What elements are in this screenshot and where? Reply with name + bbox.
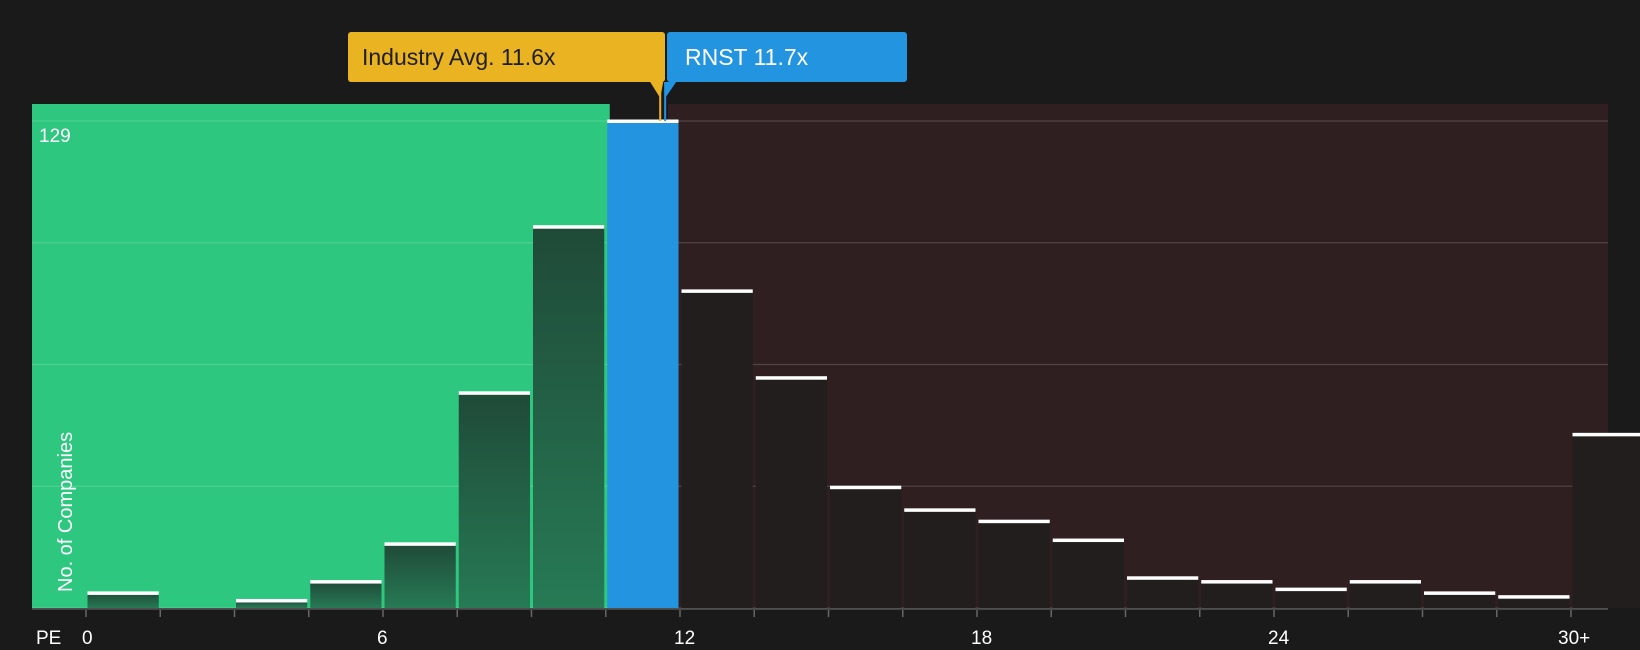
- bar-4: [384, 543, 456, 608]
- x-tick-label: 0: [82, 628, 93, 649]
- bar-cap-5: [458, 391, 530, 395]
- bar-6: [533, 226, 605, 608]
- bar-cap-14: [1127, 576, 1199, 580]
- bar-18: [1424, 592, 1496, 608]
- bar-10: [830, 487, 902, 608]
- bar-14: [1127, 577, 1199, 608]
- bar-13: [1052, 540, 1124, 608]
- company-pe-label: RNST 11.7x: [667, 32, 907, 82]
- x-tick-label: 12: [674, 628, 696, 649]
- bar-3: [310, 581, 382, 608]
- bar-cap-9: [755, 376, 827, 380]
- bar-cap-19: [1498, 595, 1570, 599]
- industry-avg-pointer: [650, 82, 664, 98]
- bar-cap-2: [236, 598, 308, 603]
- bar-cap-6: [533, 225, 605, 229]
- bar-cap-13: [1052, 538, 1124, 543]
- bar-cap-8: [681, 289, 753, 293]
- bar-16: [1275, 589, 1347, 608]
- bar-cap-11: [904, 508, 976, 512]
- industry-average-label: Industry Avg. 11.6x: [348, 32, 665, 82]
- bar-0: [87, 592, 159, 608]
- bar-7: [607, 121, 679, 608]
- bar-cap-12: [978, 519, 1050, 524]
- bar-20: [1572, 434, 1640, 608]
- bar-cap-10: [830, 485, 902, 490]
- bar-5: [458, 392, 530, 608]
- bar-15: [1201, 581, 1273, 608]
- bar-cap-3: [310, 580, 382, 584]
- x-tick-label: 30+: [1558, 628, 1591, 649]
- bar-8: [681, 290, 753, 608]
- bar-cap-0: [87, 591, 159, 595]
- bar-cap-7: [607, 119, 679, 123]
- company-pointer: [664, 82, 677, 98]
- x-tick-label: 24: [1268, 628, 1290, 649]
- bar-9: [755, 377, 827, 608]
- bar-cap-18: [1424, 591, 1496, 595]
- bar-cap-17: [1349, 580, 1421, 584]
- x-axis-label: PE: [36, 628, 62, 649]
- bar-17: [1349, 581, 1421, 608]
- y-axis-label: No. of Companies: [55, 431, 77, 592]
- bar-cap-15: [1201, 580, 1273, 584]
- bar-12: [978, 521, 1050, 608]
- y-max-label: 129: [39, 126, 71, 147]
- bar-cap-20: [1572, 432, 1640, 437]
- x-tick-label: 18: [971, 628, 993, 649]
- x-tick-label: 6: [377, 628, 388, 649]
- pe-distribution-chart: [32, 82, 1640, 617]
- bar-11: [904, 509, 976, 608]
- bar-cap-4: [384, 542, 456, 546]
- bar-cap-16: [1275, 587, 1347, 592]
